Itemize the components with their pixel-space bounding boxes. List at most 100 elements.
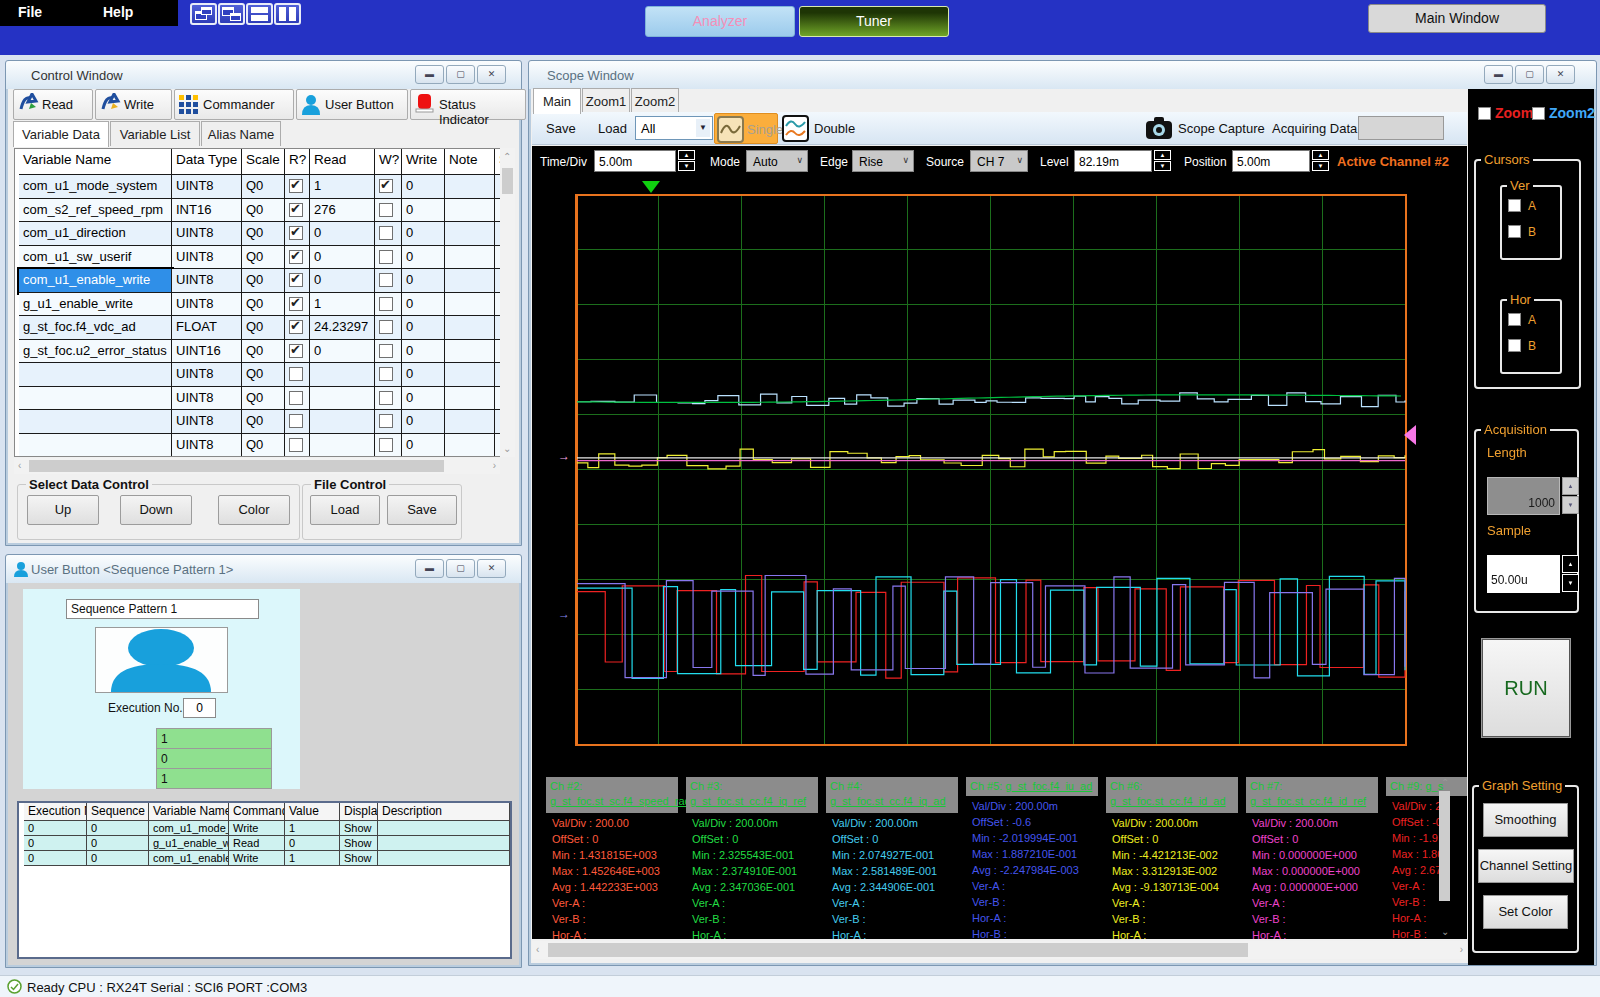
exec-cell[interactable]: Read xyxy=(229,836,285,851)
exec-column-header[interactable]: Sequence No xyxy=(87,803,149,821)
variable-cell[interactable]: com_s2_ref_speed_rpm xyxy=(19,199,172,223)
close-button[interactable]: ✕ xyxy=(477,65,506,84)
write-checkbox[interactable] xyxy=(379,367,393,381)
write-button[interactable]: Write xyxy=(95,89,172,120)
tile-vertical-icon[interactable] xyxy=(274,3,301,25)
read-checkbox[interactable] xyxy=(289,414,303,428)
variable-cell[interactable]: Q0 xyxy=(242,246,285,270)
variable-cell[interactable] xyxy=(375,387,402,411)
time-div-field[interactable]: 5.00m xyxy=(594,150,676,172)
tile-windows-icon[interactable] xyxy=(218,3,245,25)
exec-column-header[interactable]: Variable Name xyxy=(149,803,229,821)
tab-main[interactable]: Main xyxy=(533,88,581,114)
double-view-button[interactable]: Double xyxy=(780,113,852,144)
variable-cell[interactable]: 0 xyxy=(402,363,445,387)
variable-cell[interactable]: Q0 xyxy=(242,340,285,364)
tile-horizontal-icon[interactable] xyxy=(246,3,273,25)
user-button-image[interactable] xyxy=(95,627,228,693)
position-field[interactable]: 5.00m xyxy=(1232,150,1310,172)
write-checkbox[interactable] xyxy=(379,414,393,428)
variable-cell[interactable]: Q0 xyxy=(242,222,285,246)
load-button[interactable]: Load xyxy=(310,495,380,525)
read-checkbox[interactable] xyxy=(289,367,303,381)
variable-cell[interactable] xyxy=(375,410,402,434)
length-field[interactable]: 1000 xyxy=(1487,477,1560,515)
maximize-button[interactable]: ▢ xyxy=(446,559,475,578)
column-header[interactable]: Variable Name xyxy=(19,149,172,175)
variable-cell[interactable]: UINT8 xyxy=(172,246,242,270)
channel-header[interactable]: Ch #5: g_st_foc.f4_iu_ad xyxy=(966,777,1098,796)
tab-variable-list[interactable]: Variable List xyxy=(110,121,200,146)
variable-cell[interactable]: Q0 xyxy=(242,410,285,434)
exec-cell[interactable]: 1 xyxy=(285,851,340,866)
color-button[interactable]: Color xyxy=(218,495,290,525)
variable-cell[interactable]: 0 xyxy=(402,293,445,317)
exec-cell[interactable] xyxy=(378,851,510,866)
variable-cell[interactable] xyxy=(445,410,495,434)
exec-column-header[interactable]: Description xyxy=(378,803,510,821)
exec-column-header[interactable]: Value xyxy=(285,803,340,821)
variable-cell[interactable]: 1 xyxy=(310,175,375,199)
variable-cell[interactable] xyxy=(285,293,310,317)
exec-cell[interactable]: 0 xyxy=(24,821,87,836)
variable-cell[interactable]: 0 xyxy=(402,387,445,411)
trigger-level-marker[interactable] xyxy=(1404,425,1416,445)
variable-cell[interactable] xyxy=(445,269,495,293)
write-checkbox[interactable] xyxy=(379,297,393,311)
variable-cell[interactable]: 0 xyxy=(402,434,445,458)
variable-cell[interactable]: UINT8 xyxy=(172,175,242,199)
variable-cell[interactable]: UINT8 xyxy=(172,363,242,387)
minimize-button[interactable]: ▬ xyxy=(415,65,444,84)
variable-cell[interactable]: Q0 xyxy=(242,316,285,340)
channel-info-panel[interactable]: Ch #5: g_st_foc.f4_iu_adVal/Div : 200.00… xyxy=(966,777,1098,939)
variable-cell[interactable] xyxy=(445,293,495,317)
exec-cell[interactable]: 0 xyxy=(87,851,149,866)
edge-dropdown[interactable]: Rise∨ xyxy=(852,150,914,172)
channel-header[interactable]: Ch #6:g_st_foc.st_cc.f4_id_ad xyxy=(1106,777,1238,813)
read-checkbox[interactable] xyxy=(289,297,303,311)
tab-zoom1[interactable]: Zoom1 xyxy=(582,88,630,113)
trigger-position-marker[interactable] xyxy=(642,181,660,193)
read-checkbox[interactable] xyxy=(289,203,303,217)
read-checkbox[interactable] xyxy=(289,179,303,193)
channel-offset-arrow-blue[interactable]: → xyxy=(558,607,570,621)
status-indicator-button[interactable]: Status Indicator xyxy=(410,89,526,120)
channel-setting-button[interactable]: Channel Setting xyxy=(1478,849,1574,883)
write-checkbox[interactable] xyxy=(379,250,393,264)
read-checkbox[interactable] xyxy=(289,250,303,264)
variable-cell[interactable]: com_u1_direction xyxy=(19,222,172,246)
exec-cell[interactable]: 0 xyxy=(87,836,149,851)
single-view-button[interactable]: Single xyxy=(714,113,778,144)
channel-info-panel[interactable]: Ch #2:g_st_foc.st_sc.f4_speed_radVal/Div… xyxy=(546,777,678,939)
minimize-button[interactable]: ▬ xyxy=(1484,65,1513,84)
exec-cell[interactable]: 0 xyxy=(24,836,87,851)
hor-b-checkbox[interactable] xyxy=(1508,339,1521,352)
column-header[interactable]: R? xyxy=(285,149,310,175)
ver-a-checkbox[interactable] xyxy=(1508,199,1521,212)
variable-cell[interactable]: UINT8 xyxy=(172,434,242,458)
variable-cell[interactable] xyxy=(19,410,172,434)
variable-cell[interactable]: Q0 xyxy=(242,269,285,293)
variable-cell[interactable] xyxy=(375,199,402,223)
column-header[interactable]: W? xyxy=(375,149,402,175)
exec-cell[interactable] xyxy=(378,836,510,851)
write-checkbox[interactable] xyxy=(379,320,393,334)
variable-cell[interactable] xyxy=(19,363,172,387)
read-button[interactable]: Read xyxy=(13,89,93,120)
set-color-button[interactable]: Set Color xyxy=(1483,895,1568,929)
exec-cell[interactable]: g_u1_enable_write xyxy=(149,836,229,851)
exec-column-header[interactable]: Command xyxy=(229,803,285,821)
channel-info-panel[interactable]: Ch #6:g_st_foc.st_cc.f4_id_adVal/Div : 2… xyxy=(1106,777,1238,939)
variable-cell[interactable]: UINT8 xyxy=(172,293,242,317)
write-checkbox[interactable] xyxy=(379,179,393,193)
variable-cell[interactable] xyxy=(285,340,310,364)
variable-cell[interactable] xyxy=(310,410,375,434)
sequence-pattern-name-field[interactable]: Sequence Pattern 1 xyxy=(66,599,259,619)
variable-cell[interactable] xyxy=(285,434,310,458)
read-checkbox[interactable] xyxy=(289,344,303,358)
variable-cell[interactable] xyxy=(285,363,310,387)
column-header[interactable]: Note xyxy=(445,149,495,175)
commander-button[interactable]: Commander xyxy=(174,89,294,120)
variable-cell[interactable]: 0 xyxy=(402,340,445,364)
variable-cell[interactable] xyxy=(310,387,375,411)
